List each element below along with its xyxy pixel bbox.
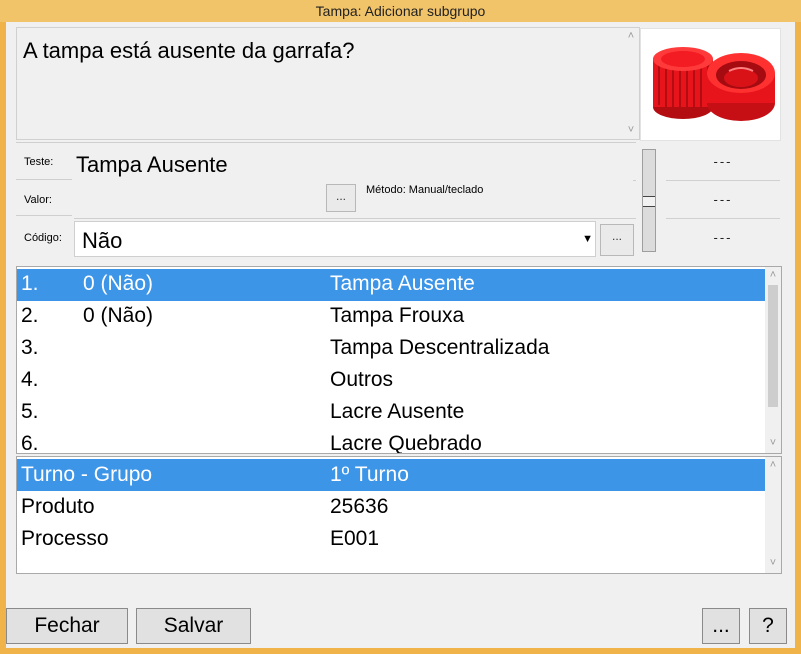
item-name: Outros xyxy=(330,368,394,391)
list-item[interactable]: 3. Tampa Descentralizada xyxy=(17,333,765,365)
scroll-down-icon[interactable]: ˅ xyxy=(623,124,639,136)
item-name: Lacre Ausente xyxy=(330,400,465,423)
defect-list-scrollbar[interactable]: ˄ ˅ xyxy=(765,267,781,453)
item-name: Tampa Frouxa xyxy=(330,304,465,327)
item-code: 0 (Não) xyxy=(83,272,154,295)
item-number: 4. xyxy=(21,368,39,391)
scroll-down-icon[interactable]: ˅ xyxy=(765,557,781,569)
defect-list[interactable]: 1. 0 (Não) Tampa Ausente 2. 0 (Não) Tamp… xyxy=(16,266,782,454)
bottle-cap-image xyxy=(641,29,780,140)
context-list[interactable]: Turno - Grupo 1º Turno Produto 25636 Pro… xyxy=(16,456,782,574)
item-number: 5. xyxy=(21,400,39,423)
metodo-text: Método: Manual/teclado xyxy=(366,184,484,196)
scroll-up-icon[interactable]: ˄ xyxy=(765,269,781,281)
context-value: E001 xyxy=(330,527,380,550)
item-number: 2. xyxy=(21,304,39,327)
table-row[interactable]: Turno - Grupo 1º Turno xyxy=(17,459,765,491)
valor-label-cell: Valor: xyxy=(16,180,72,216)
item-number: 6. xyxy=(21,432,39,454)
teste-label-cell: Teste: xyxy=(16,144,72,180)
item-name: Tampa Ausente xyxy=(330,272,475,295)
scroll-up-icon[interactable]: ˄ xyxy=(623,30,639,42)
context-key: Processo xyxy=(21,527,109,550)
slider-thumb[interactable] xyxy=(643,196,655,207)
context-value: 25636 xyxy=(330,495,389,518)
table-row[interactable]: Produto 25636 xyxy=(17,491,765,523)
codigo-browse-button[interactable]: ... xyxy=(600,224,634,256)
item-code: 0 (Não) xyxy=(83,304,154,327)
codigo-label-cell: Código: xyxy=(16,218,72,254)
codigo-label: Código: xyxy=(24,232,62,244)
product-photo xyxy=(640,28,781,141)
context-list-scrollbar[interactable]: ˄ ˅ xyxy=(765,457,781,573)
divider xyxy=(16,142,636,143)
item-name: Tampa Descentralizada xyxy=(330,336,550,359)
item-name: Lacre Quebrado xyxy=(330,432,482,454)
list-item[interactable]: 4. Outros xyxy=(17,365,765,397)
valor-browse-button[interactable]: ... xyxy=(326,184,356,212)
table-row[interactable]: Processo E001 xyxy=(17,523,765,555)
teste-value: Tampa Ausente xyxy=(76,152,228,177)
readout-3: --- xyxy=(713,230,733,245)
question-text: A tampa está ausente da garrafa? xyxy=(23,38,355,63)
context-key: Produto xyxy=(21,495,95,518)
chevron-down-icon[interactable]: ▼ xyxy=(582,233,593,245)
save-button[interactable]: Salvar xyxy=(136,608,251,644)
dialog-body: A tampa está ausente da garrafa? ˄ ˅ Tes… xyxy=(6,22,795,648)
scroll-up-icon[interactable]: ˄ xyxy=(765,459,781,471)
teste-label: Teste: xyxy=(24,156,54,168)
list-item[interactable]: 2. 0 (Não) Tampa Frouxa xyxy=(17,301,765,333)
close-button[interactable]: Fechar xyxy=(6,608,128,644)
readout-1: --- xyxy=(666,143,780,181)
window-title: Tampa: Adicionar subgrupo xyxy=(0,0,801,22)
list-item[interactable]: 1. 0 (Não) Tampa Ausente xyxy=(17,269,765,301)
item-number: 1. xyxy=(21,272,39,295)
codigo-value: Não xyxy=(82,228,123,253)
readout-2: --- xyxy=(666,181,780,219)
codigo-select[interactable]: Não ▼ xyxy=(74,221,596,257)
help-button[interactable]: ? xyxy=(749,608,787,644)
list-item[interactable]: 5. Lacre Ausente xyxy=(17,397,765,429)
scroll-thumb[interactable] xyxy=(768,285,778,407)
list-item[interactable]: 6. Lacre Quebrado xyxy=(17,429,765,454)
valor-label: Valor: xyxy=(24,194,52,206)
more-button[interactable]: ... xyxy=(702,608,740,644)
question-panel: A tampa está ausente da garrafa? ˄ ˅ xyxy=(16,27,640,140)
context-value: 1º Turno xyxy=(330,463,409,486)
vertical-slider[interactable] xyxy=(642,149,656,252)
divider xyxy=(74,218,636,219)
item-number: 3. xyxy=(21,336,39,359)
question-scrollbar[interactable]: ˄ ˅ xyxy=(623,28,639,139)
context-key: Turno - Grupo xyxy=(21,463,153,486)
scroll-down-icon[interactable]: ˅ xyxy=(765,437,781,449)
